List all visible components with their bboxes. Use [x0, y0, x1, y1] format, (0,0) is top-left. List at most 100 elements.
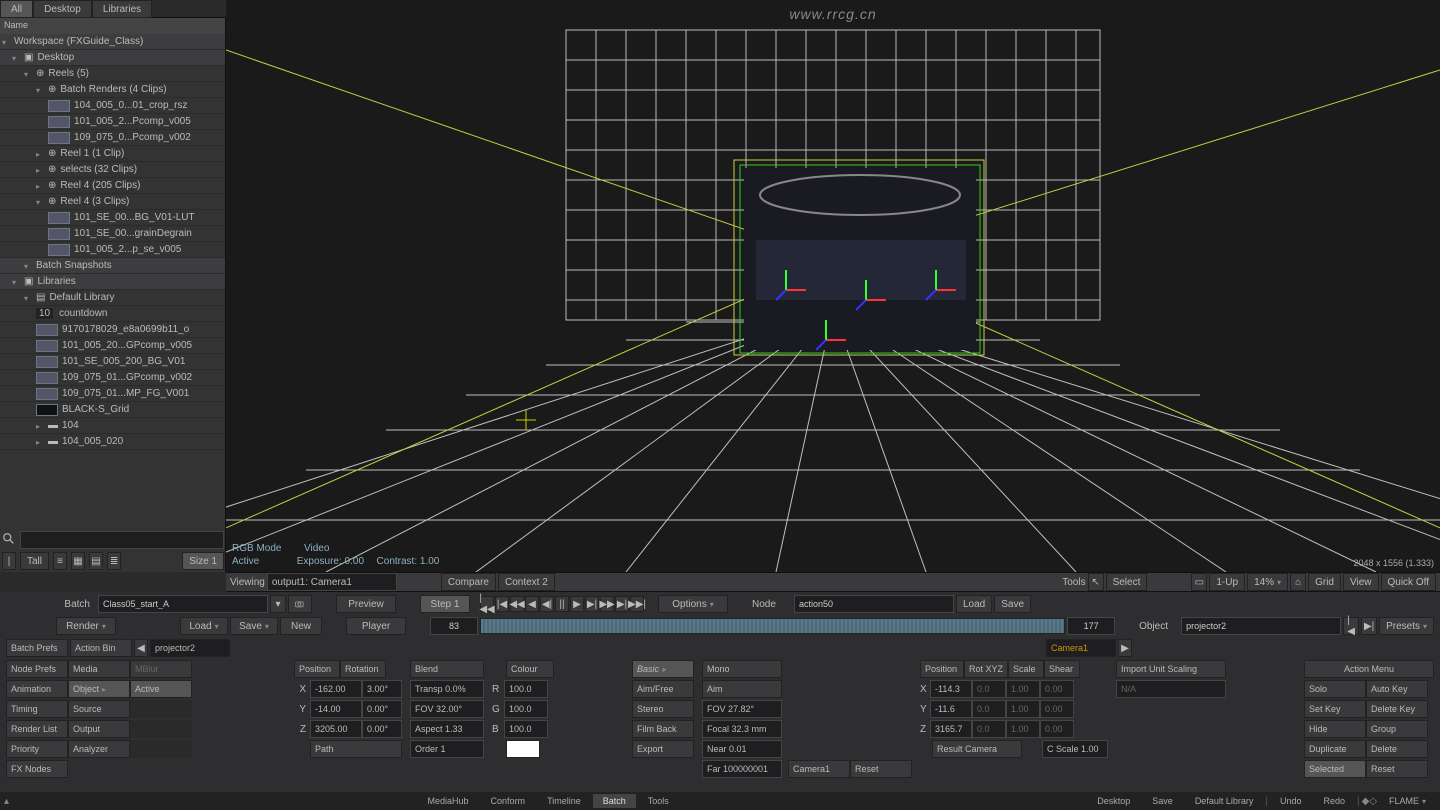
tab-all[interactable]: All [0, 0, 33, 18]
cam-scale-header[interactable]: Scale [1008, 660, 1044, 678]
timeline-strip[interactable] [480, 618, 1065, 634]
g-field[interactable]: 100.0 [504, 700, 548, 718]
result-camera-btn[interactable]: Result Camera [932, 740, 1022, 758]
lib-item[interactable]: 9170178029_e8a0699b11_o [0, 322, 225, 338]
libraries-row[interactable]: ▾▣Libraries [0, 274, 225, 290]
flame-menu[interactable]: FLAME [1379, 794, 1436, 808]
cam-y-shear[interactable]: 0.00 [1040, 700, 1074, 718]
camera-icon[interactable] [288, 595, 312, 613]
next-obj-icon[interactable]: ▶| [1361, 617, 1377, 635]
stereo-btn[interactable]: Stereo [632, 700, 694, 718]
timeline-tab[interactable]: Timeline [537, 794, 591, 808]
save-dropdown[interactable]: Save [230, 617, 278, 635]
frame-out-input[interactable] [1067, 617, 1115, 635]
next-key-icon[interactable]: ▶| [615, 596, 629, 612]
cam-x-scale[interactable]: 1.00 [1006, 680, 1040, 698]
folder-row[interactable]: ▸▬104 [0, 418, 225, 434]
path-btn[interactable]: Path [310, 740, 402, 758]
new-button[interactable]: New [280, 617, 322, 635]
reel4a-row[interactable]: ▸⊕Reel 4 (205 Clips) [0, 178, 225, 194]
ffwd-icon[interactable]: ▶▶ [600, 596, 614, 612]
zoom-dropdown[interactable]: 14% [1247, 573, 1288, 591]
mediahub-tab[interactable]: MediaHub [418, 794, 479, 808]
load-dropdown[interactable]: Load [180, 617, 228, 635]
aim-btn[interactable]: Aim [702, 680, 782, 698]
colour-header[interactable]: Colour [506, 660, 554, 678]
lib-item[interactable]: 101_005_20...GPcomp_v005 [0, 338, 225, 354]
export-btn[interactable]: Export [632, 740, 694, 758]
focal-field[interactable]: Focal 32.3 mm [702, 720, 782, 738]
batch-snapshots-row[interactable]: ▾Batch Snapshots [0, 258, 225, 274]
aspect-field[interactable]: Aspect 1.33 [410, 720, 484, 738]
priority-btn[interactable]: Priority [6, 740, 68, 758]
cam-y-rot[interactable]: 0.0 [972, 700, 1006, 718]
camera1-tab[interactable]: Camera1 [1046, 639, 1116, 657]
presets-dropdown[interactable]: Presets [1379, 617, 1434, 635]
camera1-btn[interactable]: Camera1 [788, 760, 850, 778]
tab-desktop[interactable]: Desktop [33, 0, 92, 18]
clip-row[interactable]: 101_SE_00...BG_V01-LUT [0, 210, 225, 226]
deflib-footer-btn[interactable]: Default Library [1185, 794, 1264, 808]
reset-btn[interactable]: Reset [850, 760, 912, 778]
search-icon[interactable] [2, 532, 16, 549]
rot-y-field[interactable]: 0.00° [362, 700, 402, 718]
tab-libraries[interactable]: Libraries [92, 0, 152, 18]
pause-icon[interactable]: || [555, 596, 569, 612]
tab-nav-right-icon[interactable]: ▶ [1118, 639, 1132, 657]
grid-icon[interactable]: ▤ [89, 552, 103, 570]
order-field[interactable]: Order 1 [410, 740, 484, 758]
goto-end-icon[interactable]: ▶▶| [630, 596, 644, 612]
cam-x-shear[interactable]: 0.00 [1040, 680, 1074, 698]
countdown-row[interactable]: 10countdown [0, 306, 225, 322]
step1-button[interactable]: Step 1 [420, 595, 470, 613]
reel1-row[interactable]: ▸⊕Reel 1 (1 Clip) [0, 146, 225, 162]
frame-in-input[interactable] [430, 617, 478, 635]
selected-btn[interactable]: Selected [1304, 760, 1366, 778]
cam-x-pos[interactable]: -114.3 [930, 680, 972, 698]
load-button[interactable]: Load [956, 595, 992, 613]
position-header[interactable]: Position [294, 660, 340, 678]
analyzer-btn[interactable]: Analyzer [68, 740, 130, 758]
workspace-row[interactable]: ▾Workspace (FXGuide_Class) [0, 34, 225, 50]
default-library-row[interactable]: ▾▤Default Library [0, 290, 225, 306]
lib-item[interactable]: 109_075_01...MP_FG_V001 [0, 386, 225, 402]
autokey-btn[interactable]: Auto Key [1366, 680, 1428, 698]
step-fwd-icon[interactable]: ▶| [585, 596, 599, 612]
cam-shear-header[interactable]: Shear [1044, 660, 1080, 678]
prev-obj-icon[interactable]: |◀ [1343, 617, 1359, 635]
fxnodes-btn[interactable]: FX Nodes [6, 760, 68, 778]
dropdown-icon[interactable]: ▾ [270, 595, 286, 613]
play-back-icon[interactable]: ◀| [540, 596, 554, 612]
cam-y-scale[interactable]: 1.00 [1006, 700, 1040, 718]
cam-rot-header[interactable]: Rot XYZ [964, 660, 1008, 678]
render-dropdown[interactable]: Render [56, 617, 116, 635]
footer-expand-icon[interactable]: ▴ [4, 796, 9, 807]
cam-fov-field[interactable]: FOV 27.82° [702, 700, 782, 718]
size1-button[interactable]: Size 1 [182, 552, 224, 570]
rot-x-field[interactable]: 3.00° [362, 680, 402, 698]
clip-row[interactable]: 104_005_0...01_crop_rsz [0, 98, 225, 114]
timing-btn[interactable]: Timing [6, 700, 68, 718]
setkey-btn[interactable]: Set Key [1304, 700, 1366, 718]
clip-row[interactable]: 101_SE_00...grainDegrain [0, 226, 225, 242]
layout-icon[interactable]: ▭ [1191, 573, 1207, 591]
object-input[interactable] [1181, 617, 1341, 635]
clip-row[interactable]: 101_005_2...Pcomp_v005 [0, 114, 225, 130]
delete-btn[interactable]: Delete [1366, 740, 1428, 758]
view-button[interactable]: View [1343, 573, 1379, 591]
quickoff-button[interactable]: Quick Off [1381, 573, 1437, 591]
batch-name-input[interactable] [98, 595, 268, 613]
output-btn[interactable]: Output [68, 720, 130, 738]
deletekey-btn[interactable]: Delete Key [1366, 700, 1428, 718]
solo-btn[interactable]: Solo [1304, 680, 1366, 698]
step-back-icon[interactable]: ◀ [525, 596, 539, 612]
collapse-icon[interactable]: | [2, 552, 16, 570]
hide-btn[interactable]: Hide [1304, 720, 1366, 738]
lib-item[interactable]: 101_SE_005_200_BG_V01 [0, 354, 225, 370]
desktop-footer-btn[interactable]: Desktop [1087, 794, 1140, 808]
lib-item[interactable]: 109_075_01...GPcomp_v002 [0, 370, 225, 386]
media-btn[interactable]: Media [68, 660, 130, 678]
cam-z-pos[interactable]: 3165.7 [930, 720, 972, 738]
pos-y-field[interactable]: -14.00 [310, 700, 362, 718]
selects-row[interactable]: ▸⊕selects (32 Clips) [0, 162, 225, 178]
